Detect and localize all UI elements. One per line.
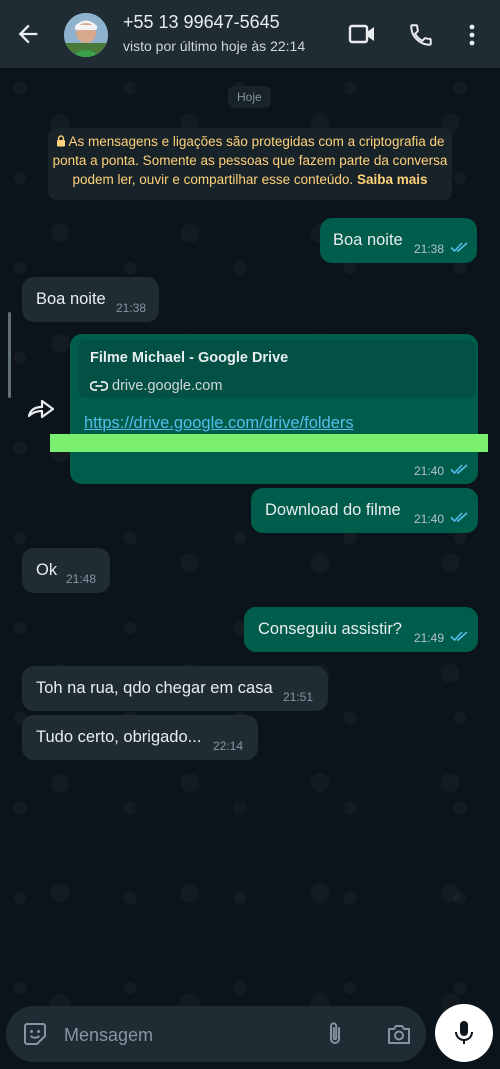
message-bubble-incoming[interactable]: Boa noite 21:38 bbox=[22, 277, 159, 322]
redaction-bar bbox=[50, 434, 488, 452]
message-text: Toh na rua, qdo chegar em casa bbox=[36, 679, 273, 697]
lock-icon bbox=[56, 135, 65, 147]
link-preview-domain: drive.google.com bbox=[112, 378, 223, 394]
message-time: 21:51 bbox=[283, 690, 314, 704]
message-time: 22:14 bbox=[213, 739, 244, 753]
message-time: 21:38 bbox=[116, 301, 147, 315]
voice-call-icon[interactable] bbox=[408, 22, 434, 48]
contact-name[interactable]: +55 13 99647-5645 bbox=[123, 12, 280, 33]
message-input[interactable] bbox=[62, 1006, 316, 1064]
encryption-notice[interactable]: As mensagens e ligações são protegidas c… bbox=[48, 128, 452, 200]
message-bubble-incoming[interactable]: Tudo certo, obrigado... 22:14 bbox=[22, 715, 258, 760]
read-ticks-icon bbox=[450, 512, 468, 523]
message-bubble-incoming[interactable]: Ok 21:48 bbox=[22, 548, 110, 593]
message-input-bar bbox=[6, 1006, 426, 1064]
avatar[interactable] bbox=[64, 13, 108, 57]
message-time: 21:38 bbox=[414, 242, 445, 256]
message-text: Download do filme bbox=[265, 501, 401, 519]
sticker-emoji-icon[interactable] bbox=[22, 1021, 48, 1047]
message-text: Boa noite bbox=[36, 290, 106, 308]
message-bubble-incoming[interactable]: Toh na rua, qdo chegar em casa 21:51 bbox=[22, 666, 328, 711]
message-text: Ok bbox=[36, 561, 58, 579]
link-message-bubble[interactable]: Filme Michael - Google Drive drive.googl… bbox=[70, 334, 478, 484]
date-chip: Hoje bbox=[228, 86, 271, 108]
link-preview-card[interactable]: Filme Michael - Google Drive drive.googl… bbox=[78, 340, 476, 398]
read-ticks-icon bbox=[450, 464, 468, 475]
message-time: 21:49 bbox=[414, 631, 445, 645]
message-time: 21:40 bbox=[414, 464, 445, 478]
scroll-indicator[interactable] bbox=[8, 312, 11, 398]
video-call-icon[interactable] bbox=[348, 22, 376, 46]
voice-message-button[interactable] bbox=[435, 1004, 493, 1062]
forward-icon[interactable] bbox=[26, 396, 56, 422]
read-ticks-icon bbox=[450, 242, 468, 253]
chat-header: +55 13 99647-5645 visto por último hoje … bbox=[0, 0, 500, 68]
link-preview-title: Filme Michael - Google Drive bbox=[90, 350, 289, 366]
message-bubble-outgoing[interactable]: Download do filme 21:40 bbox=[251, 488, 478, 533]
message-text: Conseguiu assistir? bbox=[258, 620, 402, 638]
back-arrow-icon[interactable] bbox=[14, 20, 42, 48]
message-bubble-outgoing[interactable]: Boa noite 21:38 bbox=[320, 218, 477, 263]
message-bubble-outgoing[interactable]: Conseguiu assistir? 21:49 bbox=[244, 607, 478, 652]
last-seen-status: visto por último hoje às 22:14 bbox=[123, 38, 306, 54]
microphone-icon bbox=[455, 1021, 473, 1044]
read-ticks-icon bbox=[450, 631, 468, 642]
message-text: Tudo certo, obrigado... bbox=[36, 728, 202, 746]
message-link[interactable]: https://drive.google.com/drive/folders bbox=[84, 414, 354, 433]
camera-icon[interactable] bbox=[386, 1022, 412, 1046]
link-icon bbox=[90, 381, 108, 391]
attach-clip-icon[interactable] bbox=[326, 1020, 344, 1048]
message-time: 21:40 bbox=[414, 512, 445, 526]
message-time: 21:48 bbox=[66, 572, 97, 586]
avatar-photo bbox=[64, 13, 108, 57]
more-options-icon[interactable] bbox=[462, 22, 482, 48]
learn-more-link[interactable]: Saiba mais bbox=[357, 172, 428, 187]
message-text: Boa noite bbox=[333, 231, 403, 249]
